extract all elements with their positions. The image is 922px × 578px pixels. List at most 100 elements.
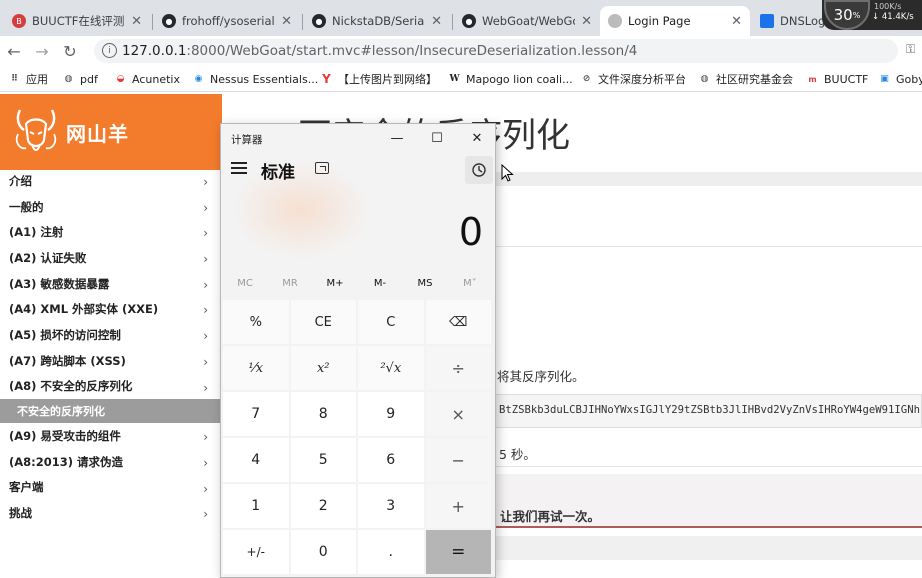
menu-item-a7-xss[interactable]: (A7) 跨站脚本 (XSS) ›	[0, 348, 220, 374]
digit-2-button[interactable]: 2	[290, 484, 356, 528]
bookmark-buuctf[interactable]: m BUUCTF	[806, 70, 868, 88]
bookmark-apps[interactable]: ⠿ 应用	[8, 70, 48, 88]
download-speed: ↓ 41.4K/s	[872, 12, 914, 22]
bookmark-file-analysis[interactable]: ⊘ 文件深度分析平台	[580, 70, 686, 88]
buuctf-icon: B	[12, 14, 26, 28]
menu-item-a1-injection[interactable]: (A1) 注射 ›	[0, 219, 220, 245]
menu-subitem-insecure-deserialization[interactable]: 不安全的反序列化	[0, 399, 220, 424]
info-icon[interactable]: i	[102, 43, 117, 58]
digit-1-button[interactable]: 1	[223, 484, 289, 528]
url-path: :8000/WebGoat/start.mvc#lesson/InsecureD…	[186, 43, 638, 59]
menu-item-challenges[interactable]: 挑战 ›	[0, 500, 220, 526]
back-icon[interactable]: ←	[4, 41, 24, 61]
bookmark-research-fund[interactable]: ◍ 社区研究基金会	[698, 70, 793, 88]
memory-add-button[interactable]: M+	[315, 278, 355, 289]
digit-8-button[interactable]: 8	[290, 392, 356, 436]
tab-separator	[302, 14, 303, 30]
clear-entry-button[interactable]: CE	[290, 300, 356, 344]
negate-button[interactable]: +/-	[223, 530, 289, 574]
bookmark-pdf[interactable]: ◍ pdf	[62, 70, 98, 88]
menu-item-general[interactable]: 一般的 ›	[0, 194, 220, 220]
reciprocal-button[interactable]: ¹⁄x	[223, 346, 289, 390]
yandex-icon: Y	[322, 72, 331, 86]
backspace-icon[interactable]: ⌫	[425, 300, 491, 344]
digit-5-button[interactable]: 5	[290, 438, 356, 482]
bookmark-wikipedia[interactable]: W Mapogo lion coali...	[448, 70, 572, 88]
percent-button[interactable]: %	[223, 300, 289, 344]
digit-3-button[interactable]: 3	[358, 484, 424, 528]
url-text[interactable]: 127.0.0.1:8000/WebGoat/start.mvc#lesson/…	[122, 43, 637, 59]
reload-icon[interactable]: ↻	[60, 41, 80, 61]
bookmark-label: Nessus Essentials...	[210, 72, 319, 86]
memory-subtract-button[interactable]: M-	[360, 278, 400, 289]
digit-9-button[interactable]: 9	[358, 392, 424, 436]
bookmark-upload-image[interactable]: Y 【上传图片到网络】	[320, 70, 437, 88]
close-icon[interactable]: ✕	[731, 14, 742, 29]
close-icon[interactable]: ✕	[463, 128, 491, 148]
square-button[interactable]: x²	[290, 346, 356, 390]
divide-button[interactable]: ÷	[425, 346, 491, 390]
bookmark-goby[interactable]: ▣ Goby	[878, 70, 922, 88]
keep-on-top-icon[interactable]	[315, 162, 329, 174]
digit-4-button[interactable]: 4	[223, 438, 289, 482]
menu-item-a5-access-control[interactable]: (A5) 损坏的访问控制 ›	[0, 322, 220, 348]
divider	[494, 246, 922, 247]
lesson-menu: 介绍 › 一般的 › (A1) 注射 › (A2) 认证失败 › (A3) 敏感数据暴露…	[0, 168, 220, 526]
history-icon[interactable]	[465, 156, 493, 184]
close-icon[interactable]: ✕	[431, 14, 442, 29]
menu-item-client-side[interactable]: 客户端 ›	[0, 475, 220, 501]
digit-0-button[interactable]: 0	[290, 530, 356, 574]
tab-ysoserial[interactable]: ● frohoff/ysoserial: A ✕	[154, 6, 300, 36]
bookmark-label: 【上传图片到网络】	[338, 73, 437, 86]
clear-button[interactable]: C	[358, 300, 424, 344]
key-icon[interactable]: ⚿	[906, 42, 915, 57]
submit-area	[494, 536, 922, 560]
equals-button[interactable]: =	[425, 530, 491, 574]
mouse-cursor-icon	[501, 164, 514, 182]
digit-7-button[interactable]: 7	[223, 392, 289, 436]
bookmark-nessus[interactable]: ◉ Nessus Essentials...	[192, 70, 319, 88]
menu-label: (A5) 损坏的访问控制	[9, 327, 121, 342]
menu-item-a8-deserialization[interactable]: (A8) 不安全的反序列化 ›	[0, 374, 220, 400]
menu-item-a4-xxe[interactable]: (A4) XML 外部实体 (XXE) ›	[0, 296, 220, 322]
nessus-icon: ◉	[194, 74, 203, 84]
subtract-button[interactable]: −	[425, 438, 491, 482]
chevron-right-icon: ›	[203, 430, 208, 445]
close-icon[interactable]: ✕	[581, 14, 592, 29]
serialized-object-box: BtZSBkb3duLCBJIHNoYWxsIGJlY29tZSBtb3JlIH…	[494, 394, 922, 428]
webgoat-logo[interactable]: 网山羊	[0, 94, 222, 170]
wikipedia-icon: W	[449, 74, 460, 84]
decimal-button[interactable]: .	[358, 530, 424, 574]
forward-icon[interactable]: →	[32, 41, 52, 61]
browser-toolbar: ← → ↻ i 127.0.0.1:8000/WebGoat/start.mvc…	[0, 36, 922, 66]
memory-store-button[interactable]: MS	[405, 278, 445, 289]
digit-6-button[interactable]: 6	[358, 438, 424, 482]
memory-list-button[interactable]: M˅	[450, 278, 490, 289]
minimize-icon[interactable]: —	[383, 128, 411, 148]
multiply-button[interactable]: ×	[425, 392, 491, 436]
menu-item-a9-vulnerable-components[interactable]: (A9) 易受攻击的组件 ›	[0, 423, 220, 449]
close-icon[interactable]: ✕	[131, 14, 142, 29]
chevron-right-icon: ›	[203, 481, 208, 496]
menu-item-a3-sensitive-data[interactable]: (A3) 敏感数据暴露 ›	[0, 271, 220, 297]
bookmark-acunetix[interactable]: ◒ Acunetix	[114, 70, 180, 88]
tab-buuctf[interactable]: B BUUCTF在线评测 ✕	[4, 6, 150, 36]
hamburger-menu-icon[interactable]	[231, 162, 247, 174]
menu-item-a2-broken-auth[interactable]: (A2) 认证失败 ›	[0, 245, 220, 271]
menu-item-introduction[interactable]: 介绍 ›	[0, 168, 220, 194]
memory-row: MC MR M+ M- MS M˅	[221, 274, 495, 296]
tab-webgoat-github[interactable]: ● WebGoat/WebGoa ✕	[454, 6, 600, 36]
menu-item-a8-2013-csrf[interactable]: (A8:2013) 请求伪造 ›	[0, 449, 220, 475]
close-icon[interactable]: ✕	[281, 14, 292, 29]
add-button[interactable]: +	[425, 484, 491, 528]
calculator-titlebar[interactable]: 计算器 — ☐ ✕	[221, 124, 495, 152]
address-bar[interactable]: i 127.0.0.1:8000/WebGoat/start.mvc#lesso…	[94, 39, 898, 63]
square-root-button[interactable]: ²√x	[358, 346, 424, 390]
maximize-icon[interactable]: ☐	[423, 128, 451, 148]
menu-label: (A2) 认证失败	[9, 250, 87, 265]
memory-recall-button[interactable]: MR	[270, 278, 310, 289]
tab-serialization-dumper[interactable]: ● NickstaDB/Serializ ✕	[304, 6, 450, 36]
tab-login-page[interactable]: Login Page ✕	[600, 6, 750, 36]
logo-text: 网山羊	[66, 122, 129, 146]
memory-clear-button[interactable]: MC	[225, 278, 265, 289]
